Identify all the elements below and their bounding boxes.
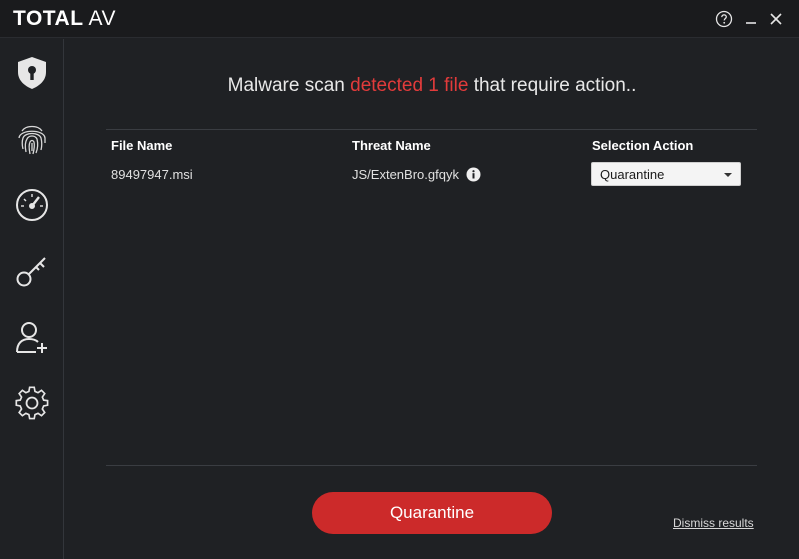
table-divider-bottom xyxy=(106,465,757,466)
help-icon[interactable] xyxy=(714,9,734,29)
headline-suffix: that require action.. xyxy=(468,75,637,96)
column-header-selection-action: Selection Action xyxy=(592,138,694,153)
sidebar-item-settings[interactable] xyxy=(0,370,64,436)
brand-light: AV xyxy=(88,7,117,30)
sidebar-item-add-user[interactable] xyxy=(0,304,64,370)
key-icon xyxy=(16,257,46,287)
speedometer-icon xyxy=(16,189,48,221)
sidebar-item-performance[interactable] xyxy=(0,172,64,238)
sidebar-item-password-vault[interactable] xyxy=(0,238,64,304)
shield-lock-icon xyxy=(18,57,46,89)
brand-bold: TOTAL xyxy=(13,7,84,30)
headline-highlight: detected 1 file xyxy=(350,75,469,96)
table-divider-top xyxy=(106,129,757,130)
chevron-down-icon xyxy=(724,173,732,177)
sidebar xyxy=(0,39,64,559)
minimize-icon[interactable] xyxy=(741,9,761,29)
add-user-icon xyxy=(16,322,47,353)
action-select-value: Quarantine xyxy=(600,166,665,182)
column-header-threat-name: Threat Name xyxy=(352,138,431,153)
main-panel: Malware scan detected 1 file that requir… xyxy=(65,39,799,559)
fingerprint-icon xyxy=(18,125,46,155)
dismiss-results-link[interactable]: Dismiss results xyxy=(673,516,754,530)
headline-prefix: Malware scan xyxy=(227,75,351,96)
sidebar-item-malware-scan[interactable] xyxy=(0,40,64,106)
quarantine-button[interactable]: Quarantine xyxy=(312,492,552,534)
column-header-file-name: File Name xyxy=(111,138,173,153)
sidebar-item-identity[interactable] xyxy=(0,106,64,172)
row-threat-name: JS/ExtenBro.gfqyk xyxy=(352,167,459,182)
row-file-name: 89497947.msi xyxy=(111,167,193,182)
gear-icon xyxy=(15,386,49,420)
scan-result-headline: Malware scan detected 1 file that requir… xyxy=(65,75,799,97)
title-bar: TOTAL AV xyxy=(0,0,799,38)
app-logo: TOTAL AV xyxy=(13,7,116,31)
info-icon[interactable] xyxy=(466,167,481,182)
close-icon[interactable] xyxy=(766,9,786,29)
action-select[interactable]: Quarantine xyxy=(591,162,741,186)
